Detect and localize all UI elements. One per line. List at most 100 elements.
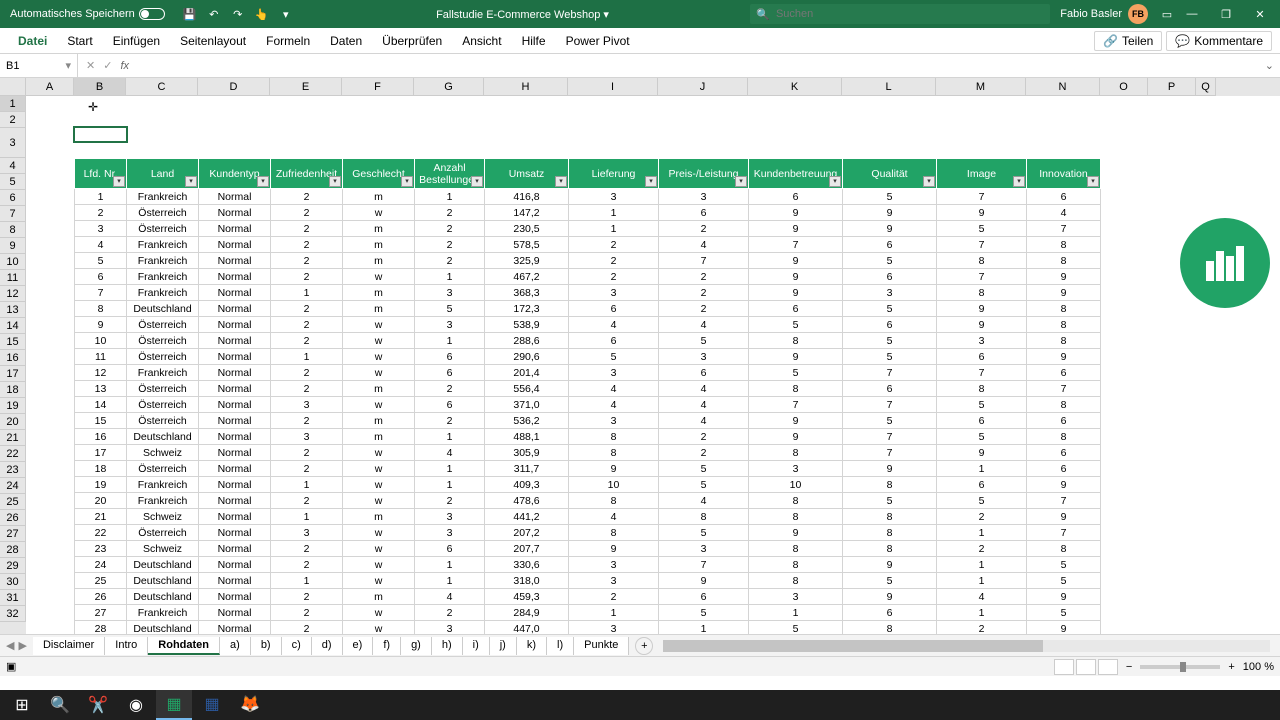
table-cell[interactable]: 9 xyxy=(749,285,843,301)
table-row[interactable]: 11ÖsterreichNormal1w6290,6539569 xyxy=(75,349,1101,365)
excel-taskbar-icon[interactable]: ▦ xyxy=(156,690,192,720)
table-cell[interactable]: Normal xyxy=(199,461,271,477)
table-cell[interactable]: 3 xyxy=(843,285,937,301)
table-row[interactable]: 2ÖsterreichNormal2w2147,2169994 xyxy=(75,205,1101,221)
table-row[interactable]: 20FrankreichNormal2w2478,6848557 xyxy=(75,493,1101,509)
table-header[interactable]: Umsatz▾ xyxy=(485,159,569,189)
sheet-tab[interactable]: f) xyxy=(373,637,401,655)
table-cell[interactable]: 9 xyxy=(1027,349,1101,365)
table-cell[interactable]: 9 xyxy=(843,221,937,237)
table-cell[interactable]: 8 xyxy=(843,477,937,493)
row-header-13[interactable]: 13 xyxy=(0,302,26,318)
table-cell[interactable]: Frankreich xyxy=(127,493,199,509)
table-cell[interactable]: 2 xyxy=(271,381,343,397)
filter-icon[interactable]: ▾ xyxy=(113,176,125,187)
table-header[interactable]: Zufriedenheit▾ xyxy=(271,159,343,189)
row-header-32[interactable]: 32 xyxy=(0,606,26,622)
table-cell[interactable]: 1 xyxy=(415,333,485,349)
table-cell[interactable]: 7 xyxy=(937,269,1027,285)
col-header-K[interactable]: K xyxy=(748,78,842,96)
table-cell[interactable]: 6 xyxy=(843,605,937,621)
table-cell[interactable]: 8 xyxy=(1027,253,1101,269)
table-header[interactable]: Lfd. Nr.▾ xyxy=(75,159,127,189)
table-cell[interactable]: 6 xyxy=(937,413,1027,429)
table-cell[interactable]: 7 xyxy=(1027,493,1101,509)
table-cell[interactable]: 2 xyxy=(659,269,749,285)
filter-icon[interactable]: ▾ xyxy=(257,176,269,187)
table-cell[interactable]: 1 xyxy=(415,573,485,589)
table-cell[interactable]: 8 xyxy=(749,445,843,461)
table-cell[interactable]: 3 xyxy=(271,397,343,413)
zoom-in-button[interactable]: + xyxy=(1228,661,1234,673)
table-cell[interactable]: 3 xyxy=(271,429,343,445)
table-cell[interactable]: 6 xyxy=(1027,413,1101,429)
table-cell[interactable]: 1 xyxy=(749,605,843,621)
table-cell[interactable]: 5 xyxy=(659,605,749,621)
table-cell[interactable]: 6 xyxy=(843,381,937,397)
table-cell[interactable]: w xyxy=(343,621,415,635)
table-cell[interactable]: Normal xyxy=(199,365,271,381)
table-cell[interactable]: 467,2 xyxy=(485,269,569,285)
table-row[interactable]: 13ÖsterreichNormal2m2556,4448687 xyxy=(75,381,1101,397)
table-cell[interactable]: 4 xyxy=(659,493,749,509)
table-cell[interactable]: 3 xyxy=(415,317,485,333)
table-cell[interactable]: 19 xyxy=(75,477,127,493)
table-cell[interactable]: 3 xyxy=(75,221,127,237)
table-cell[interactable]: 9 xyxy=(1027,477,1101,493)
sheet-tab[interactable]: d) xyxy=(312,637,343,655)
table-cell[interactable]: 478,6 xyxy=(485,493,569,509)
ribbon-tab-start[interactable]: Start xyxy=(57,30,102,52)
table-cell[interactable]: 9 xyxy=(937,301,1027,317)
table-cell[interactable]: m xyxy=(343,509,415,525)
table-cell[interactable]: 1 xyxy=(271,573,343,589)
table-cell[interactable]: 8 xyxy=(659,509,749,525)
table-cell[interactable]: w xyxy=(343,557,415,573)
row-header-27[interactable]: 27 xyxy=(0,526,26,542)
table-cell[interactable]: 1 xyxy=(937,557,1027,573)
row-header-21[interactable]: 21 xyxy=(0,430,26,446)
table-cell[interactable]: 9 xyxy=(843,557,937,573)
table-cell[interactable]: Österreich xyxy=(127,205,199,221)
table-cell[interactable]: Frankreich xyxy=(127,285,199,301)
table-cell[interactable]: 8 xyxy=(749,557,843,573)
table-cell[interactable]: 230,5 xyxy=(485,221,569,237)
table-row[interactable]: 10ÖsterreichNormal2w1288,6658538 xyxy=(75,333,1101,349)
table-cell[interactable]: Österreich xyxy=(127,413,199,429)
table-row[interactable]: 24DeutschlandNormal2w1330,6378915 xyxy=(75,557,1101,573)
table-cell[interactable]: 371,0 xyxy=(485,397,569,413)
table-cell[interactable]: 8 xyxy=(749,333,843,349)
table-cell[interactable]: 2 xyxy=(271,189,343,205)
table-cell[interactable]: 290,6 xyxy=(485,349,569,365)
table-cell[interactable]: 9 xyxy=(1027,621,1101,635)
row-header-7[interactable]: 7 xyxy=(0,206,26,222)
col-header-E[interactable]: E xyxy=(270,78,342,96)
table-cell[interactable]: 1 xyxy=(271,477,343,493)
start-button[interactable]: ⊞ xyxy=(4,690,40,720)
table-cell[interactable]: 6 xyxy=(1027,365,1101,381)
table-cell[interactable]: 6 xyxy=(843,269,937,285)
table-cell[interactable]: 441,2 xyxy=(485,509,569,525)
table-cell[interactable]: Normal xyxy=(199,205,271,221)
table-cell[interactable]: 5 xyxy=(843,573,937,589)
table-cell[interactable]: 1 xyxy=(415,461,485,477)
table-cell[interactable]: 8 xyxy=(937,253,1027,269)
table-cell[interactable]: 6 xyxy=(843,237,937,253)
table-cell[interactable]: Normal xyxy=(199,285,271,301)
table-cell[interactable]: w xyxy=(343,349,415,365)
search-taskbar-icon[interactable]: 🔍 xyxy=(42,690,78,720)
table-cell[interactable]: 2 xyxy=(75,205,127,221)
table-cell[interactable]: Normal xyxy=(199,541,271,557)
fx-label[interactable]: fx xyxy=(120,60,129,72)
snip-icon[interactable]: ✂️ xyxy=(80,690,116,720)
zoom-out-button[interactable]: − xyxy=(1126,661,1132,673)
filter-icon[interactable]: ▾ xyxy=(329,176,341,187)
table-cell[interactable]: 3 xyxy=(569,573,659,589)
obs-icon[interactable]: ◉ xyxy=(118,690,154,720)
table-cell[interactable]: 7 xyxy=(843,365,937,381)
table-cell[interactable]: 5 xyxy=(1027,573,1101,589)
accept-formula-icon[interactable]: ✓ xyxy=(103,59,112,72)
table-cell[interactable]: w xyxy=(343,365,415,381)
table-cell[interactable]: m xyxy=(343,189,415,205)
table-cell[interactable]: 8 xyxy=(569,525,659,541)
document-title[interactable]: Fallstudie E-Commerce Webshop ▾ xyxy=(295,8,751,21)
